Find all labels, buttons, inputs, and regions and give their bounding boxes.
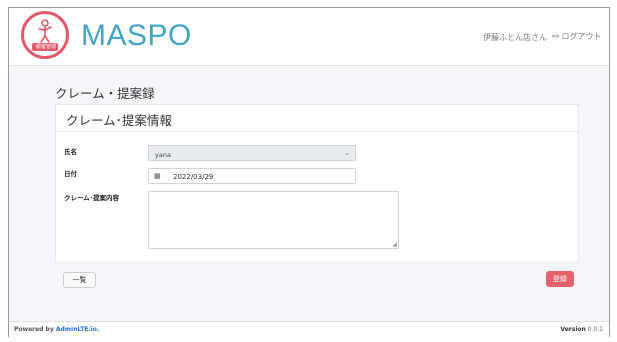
list-button[interactable]: 一覧 — [63, 272, 96, 288]
adminlte-link[interactable]: AdminLTE.io. — [56, 326, 99, 333]
resize-grip-icon[interactable]: ◢ — [392, 241, 397, 248]
logout-label: ログアウト — [561, 32, 602, 41]
name-label: 氏名 — [64, 148, 77, 156]
footer: Powered by AdminLTE.io. Version 0.0.1 — [9, 321, 609, 337]
date-value: 2022/03/29 — [173, 173, 214, 181]
card-title: クレーム･提案情報 — [56, 105, 578, 132]
name-value: yana — [155, 151, 171, 159]
page-title: クレーム・提案録 — [55, 86, 155, 101]
user-name[interactable]: 伊藤ふとん店さん — [483, 32, 547, 43]
brand-title[interactable]: MASPO — [81, 20, 192, 52]
content-label: クレーム･提案内容 — [64, 194, 120, 202]
name-select[interactable]: yana ⌄ — [148, 145, 356, 161]
top-navbar: 顧客管理 MASPO 伊藤ふとん店さん ⇨ ログアウト — [9, 8, 609, 66]
date-label: 日付 — [64, 170, 77, 178]
version-label: Version — [560, 326, 586, 333]
logo[interactable]: 顧客管理 — [21, 11, 69, 59]
logout-link[interactable]: ⇨ ログアウト — [552, 31, 602, 42]
app-window: 顧客管理 MASPO 伊藤ふとん店さん ⇨ ログアウト クレーム・提案録 クレー… — [8, 7, 610, 337]
version-value: 0.0.1 — [587, 326, 603, 333]
logo-caption: 顧客管理 — [35, 44, 56, 50]
date-field[interactable]: ▦ 2022/03/29 — [148, 168, 356, 184]
powered-by: Powered by AdminLTE.io. — [14, 326, 99, 333]
calendar-icon: ▦ — [154, 172, 161, 180]
chevron-down-icon: ⌄ — [344, 149, 350, 157]
save-button[interactable]: 登録 — [546, 271, 574, 287]
version-info: Version 0.0.1 — [560, 326, 603, 333]
powered-prefix: Powered by — [14, 326, 54, 333]
logout-icon: ⇨ — [552, 31, 560, 42]
content-textarea[interactable]: ◢ — [148, 191, 399, 249]
